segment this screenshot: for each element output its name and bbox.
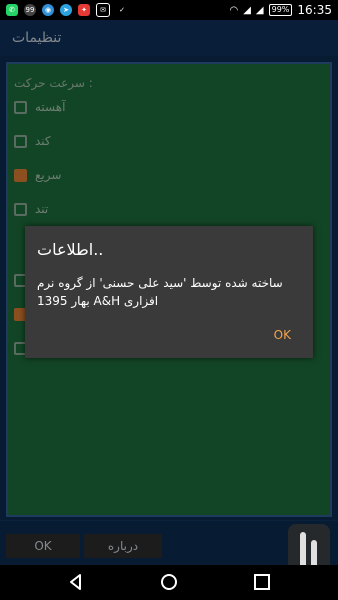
status-system: ◠ ◢ ◢ 99% 16:35 [229,3,338,17]
badge-99-icon: 99 [24,4,36,16]
chrome-icon: ◉ [42,4,54,16]
dialog-ok-button[interactable]: OK [274,328,291,342]
recents-icon[interactable] [252,572,272,592]
red-app-icon: ✦ [78,4,90,16]
dialog-title: اطلاعات.. [37,240,104,259]
status-notifications: ✆ 99 ◉ ➤ ✦ ✉ ✓ [0,3,128,17]
status-bar: ✆ 99 ◉ ➤ ✦ ✉ ✓ ◠ ◢ ◢ 99% 16:35 [0,0,338,20]
info-dialog: اطلاعات.. ساخته شده توسط 'سید علی حسنی' … [25,226,313,358]
wifi-icon: ◠ [229,4,239,16]
telegram-icon: ➤ [60,4,72,16]
battery-percent: 99% [271,5,290,14]
dialog-message: ساخته شده توسط 'سید علی حسنی' از گروه نر… [37,276,283,308]
home-icon[interactable] [159,572,179,592]
battery-icon: 99% [268,4,293,16]
signal-icon: ◢ [255,4,264,16]
back-icon[interactable] [66,572,86,592]
clock: 16:35 [297,3,332,17]
check-icon: ✓ [119,6,125,14]
signal-icon: ◢ [243,4,251,16]
navigation-bar [0,565,338,600]
whatsapp-icon: ✆ [6,4,18,16]
mail-icon: ✉ [96,3,110,17]
notification-count: 99 [25,6,35,14]
